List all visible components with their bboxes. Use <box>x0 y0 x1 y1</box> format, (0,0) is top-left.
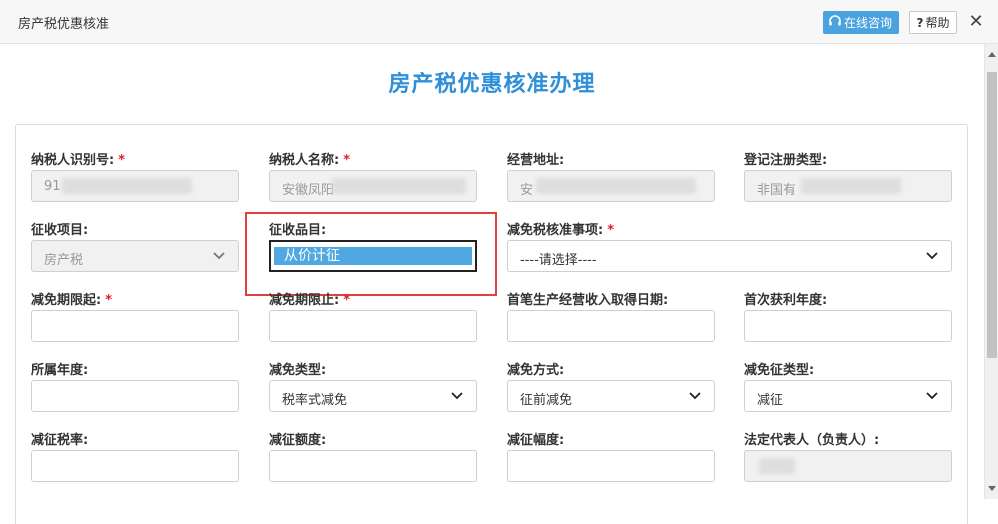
online-consult-button[interactable]: 在线咨询 <box>823 11 899 34</box>
headset-icon <box>828 14 844 31</box>
reduced-rate-input[interactable] <box>31 450 239 482</box>
exemption-method-label: 减免方式: <box>507 363 565 378</box>
exemption-end-label: 减免期限止: * <box>269 293 351 308</box>
registration-type-label: 登记注册类型: <box>744 153 828 168</box>
redacted-mask <box>536 178 696 194</box>
levy-item-select[interactable]: 房产税 <box>31 240 239 272</box>
exemption-item-label: 减免税核准事项: * <box>507 223 615 238</box>
exemption-start-input[interactable] <box>31 310 239 342</box>
help-button[interactable]: ? 帮助 <box>909 11 957 34</box>
reduced-amount-label: 减征额度: <box>269 433 327 448</box>
levy-subitem-select[interactable]: 从价计征 <box>269 240 477 272</box>
scrollbar-thumb[interactable] <box>987 72 997 358</box>
scroll-up-icon[interactable] <box>988 52 996 57</box>
reduced-range-input[interactable] <box>507 450 715 482</box>
redacted-mask <box>62 178 192 194</box>
selected-option[interactable]: 从价计征 <box>274 247 472 265</box>
belong-year-label: 所属年度: <box>31 363 89 378</box>
exemption-method-select[interactable]: 征前减免 <box>507 380 715 412</box>
redacted-mask <box>332 178 466 194</box>
legal-rep-label: 法定代表人（负责人）: <box>744 433 880 448</box>
exemption-start-label: 减免期限起: * <box>31 293 113 308</box>
levy-type-select[interactable]: 减征 <box>744 380 952 412</box>
taxpayer-name-label: 纳税人名称: * <box>269 153 351 168</box>
redacted-mask <box>801 178 901 194</box>
levy-type-label: 减免征类型: <box>744 363 815 378</box>
first-income-date-input[interactable] <box>507 310 715 342</box>
window-title: 房产税优惠核准 <box>18 17 110 32</box>
redacted-mask <box>759 458 795 474</box>
legal-rep-field <box>744 450 952 482</box>
window-titlebar: 房产税优惠核准 在线咨询 ? 帮助 ✕ <box>0 0 998 44</box>
chevron-down-icon <box>450 390 464 405</box>
chevron-down-icon <box>925 250 939 265</box>
business-address-field: 安 <box>507 170 715 202</box>
exemption-type-label: 减免类型: <box>269 363 327 378</box>
reduced-rate-label: 减征税率: <box>31 433 89 448</box>
chevron-down-icon <box>688 390 702 405</box>
question-mark-icon: ? <box>916 15 924 30</box>
exemption-type-select[interactable]: 税率式减免 <box>269 380 477 412</box>
chevron-down-icon <box>212 250 226 265</box>
registration-type-field: 非国有 <box>744 170 952 202</box>
taxpayer-name-field: 安徽凤阳 <box>269 170 477 202</box>
business-address-label: 经营地址: <box>507 153 565 168</box>
first-profit-year-input[interactable] <box>744 310 952 342</box>
belong-year-input[interactable] <box>31 380 239 412</box>
chevron-down-icon <box>925 390 939 405</box>
levy-item-label: 征收项目: <box>31 223 89 238</box>
page-title: 房产税优惠核准办理 <box>388 72 596 97</box>
scroll-down-icon[interactable] <box>988 486 996 491</box>
vertical-scrollbar[interactable] <box>984 44 998 499</box>
close-icon[interactable]: ✕ <box>967 12 985 32</box>
first-income-date-label: 首笔生产经营收入取得日期: <box>507 293 669 308</box>
exemption-item-select[interactable]: ----请选择---- <box>507 240 952 272</box>
reduced-amount-input[interactable] <box>269 450 477 482</box>
taxpayer-id-label: 纳税人识别号: * <box>31 153 126 168</box>
online-consult-label: 在线咨询 <box>844 16 893 30</box>
first-profit-year-label: 首次获利年度: <box>744 293 828 308</box>
taxpayer-id-field: 91 <box>31 170 239 202</box>
reduced-range-label: 减征幅度: <box>507 433 565 448</box>
exemption-end-input[interactable] <box>269 310 477 342</box>
help-label: 帮助 <box>925 16 950 30</box>
